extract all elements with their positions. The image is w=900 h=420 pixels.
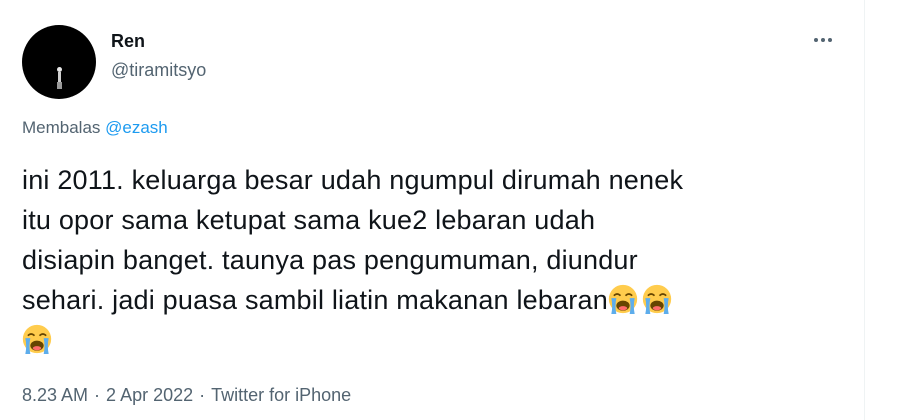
more-horizontal-icon-dot: [828, 38, 832, 42]
reply-mention-link[interactable]: @ezash: [105, 118, 168, 137]
loudly-crying-face-icon: [642, 284, 672, 314]
more-options-button[interactable]: [806, 28, 840, 52]
tweet-time-link[interactable]: 8.23 AM: [22, 385, 88, 405]
more-horizontal-icon: [814, 38, 818, 42]
tweet-line: sehari. jadi puasa sambil liatin makanan…: [22, 285, 608, 315]
tweet-line: ini 2011. keluarga besar udah ngumpul di…: [22, 165, 684, 195]
avatar[interactable]: [22, 25, 96, 99]
loudly-crying-face-icon: [608, 284, 638, 314]
loudly-crying-face-icon: [22, 324, 52, 354]
tweet-line-with-emoji: sehari. jadi puasa sambil liatin makanan…: [22, 280, 842, 320]
avatar-figure: [57, 67, 62, 89]
tweet-date-link[interactable]: 2 Apr 2022: [106, 385, 193, 405]
tweet-emoji-line: [22, 320, 842, 360]
more-horizontal-icon-dot: [821, 38, 825, 42]
column-divider: [864, 0, 865, 420]
tweet-line: itu opor sama ketupat sama kue2 lebaran …: [22, 205, 596, 235]
meta-separator: ·: [94, 385, 101, 405]
tweet-text: ini 2011. keluarga besar udah ngumpul di…: [22, 160, 842, 360]
tweet-line: disiapin banget. taunya pas pengumuman, …: [22, 245, 638, 275]
author-display-name[interactable]: Ren: [111, 31, 145, 52]
tweet-source-link[interactable]: Twitter for iPhone: [211, 385, 351, 405]
reply-prefix: Membalas: [22, 118, 106, 137]
reply-context: Membalas @ezash: [22, 118, 168, 138]
tweet-meta: 8.23 AM · 2 Apr 2022 · Twitter for iPhone: [22, 385, 351, 406]
author-username[interactable]: @tiramitsyo: [111, 60, 206, 81]
meta-separator: ·: [199, 385, 206, 405]
